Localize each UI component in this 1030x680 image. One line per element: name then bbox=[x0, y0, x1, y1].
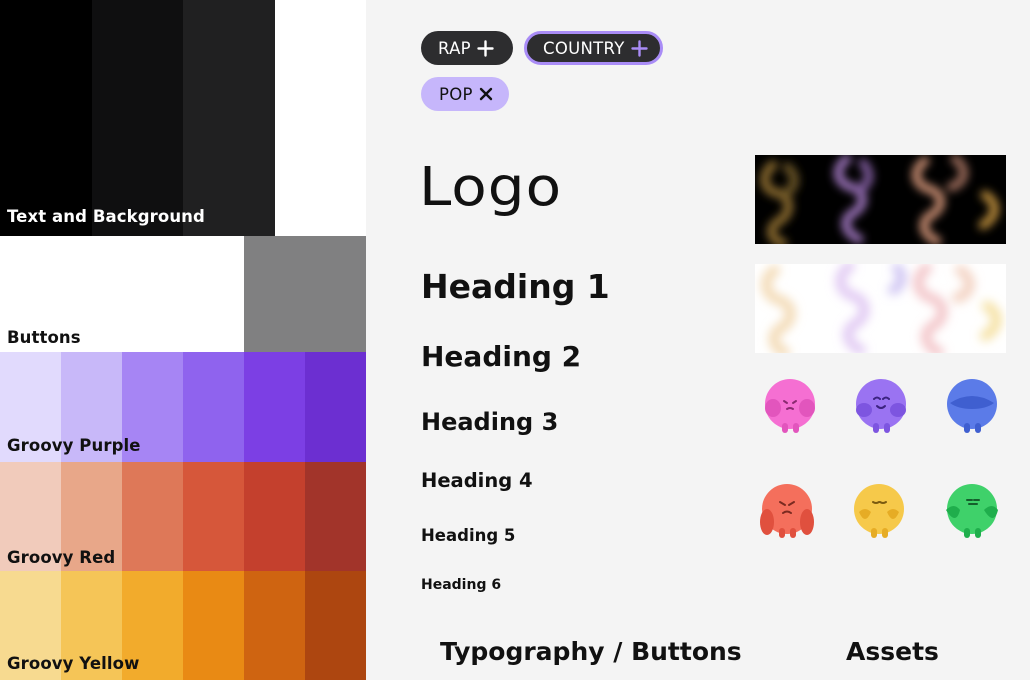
palette-label-groovy-yellow: Groovy Yellow bbox=[7, 654, 140, 673]
blue-character-icon bbox=[942, 375, 1002, 435]
palette-text-background bbox=[0, 0, 366, 236]
color-swatch bbox=[305, 571, 366, 680]
color-swatch bbox=[244, 571, 305, 680]
section-title-assets: Assets bbox=[846, 637, 939, 666]
color-swatch bbox=[0, 0, 92, 236]
chip-rap-label: RAP bbox=[438, 38, 471, 58]
color-swatch bbox=[275, 0, 366, 236]
logo-sample: Logo bbox=[419, 155, 563, 218]
color-palette: Text and Background Buttons Groovy Purpl… bbox=[0, 0, 366, 680]
color-swatch bbox=[183, 352, 244, 462]
color-swatch bbox=[183, 462, 244, 571]
heading-3-sample: Heading 3 bbox=[421, 408, 559, 436]
plus-icon[interactable] bbox=[477, 39, 494, 57]
close-icon[interactable] bbox=[479, 87, 493, 101]
plus-icon[interactable] bbox=[630, 39, 648, 57]
color-swatch bbox=[244, 462, 305, 571]
heading-2-sample: Heading 2 bbox=[421, 340, 582, 373]
chip-rap[interactable]: RAP bbox=[421, 31, 513, 65]
pink-character-icon bbox=[760, 375, 820, 435]
green-character-icon bbox=[942, 482, 1002, 542]
palette-label-groovy-purple: Groovy Purple bbox=[7, 436, 141, 455]
color-swatch bbox=[92, 0, 183, 236]
section-title-typography-buttons: Typography / Buttons bbox=[440, 637, 742, 666]
chip-pop-label: POP bbox=[439, 84, 473, 104]
heading-4-sample: Heading 4 bbox=[421, 469, 533, 492]
chip-pop[interactable]: POP bbox=[421, 77, 509, 111]
chip-country-label: COUNTRY bbox=[543, 38, 625, 58]
chip-country[interactable]: COUNTRY bbox=[524, 31, 663, 65]
color-swatch bbox=[244, 352, 305, 462]
light-squiggle-banner bbox=[755, 264, 1006, 353]
color-swatch bbox=[183, 0, 275, 236]
heading-1-sample: Heading 1 bbox=[421, 267, 610, 306]
heading-6-sample: Heading 6 bbox=[421, 577, 502, 593]
dark-squiggle-banner bbox=[755, 155, 1006, 244]
color-swatch bbox=[305, 462, 366, 571]
color-swatch bbox=[122, 462, 183, 571]
palette-label-buttons: Buttons bbox=[7, 328, 81, 347]
red-character-icon bbox=[757, 482, 817, 542]
color-swatch bbox=[244, 236, 366, 352]
color-swatch bbox=[305, 352, 366, 462]
heading-5-sample: Heading 5 bbox=[421, 526, 516, 545]
color-swatch bbox=[183, 571, 244, 680]
yellow-character-icon bbox=[849, 482, 909, 542]
palette-label-groovy-red: Groovy Red bbox=[7, 548, 116, 567]
palette-label-text-background: Text and Background bbox=[7, 207, 205, 226]
purple-character-icon bbox=[851, 375, 911, 435]
